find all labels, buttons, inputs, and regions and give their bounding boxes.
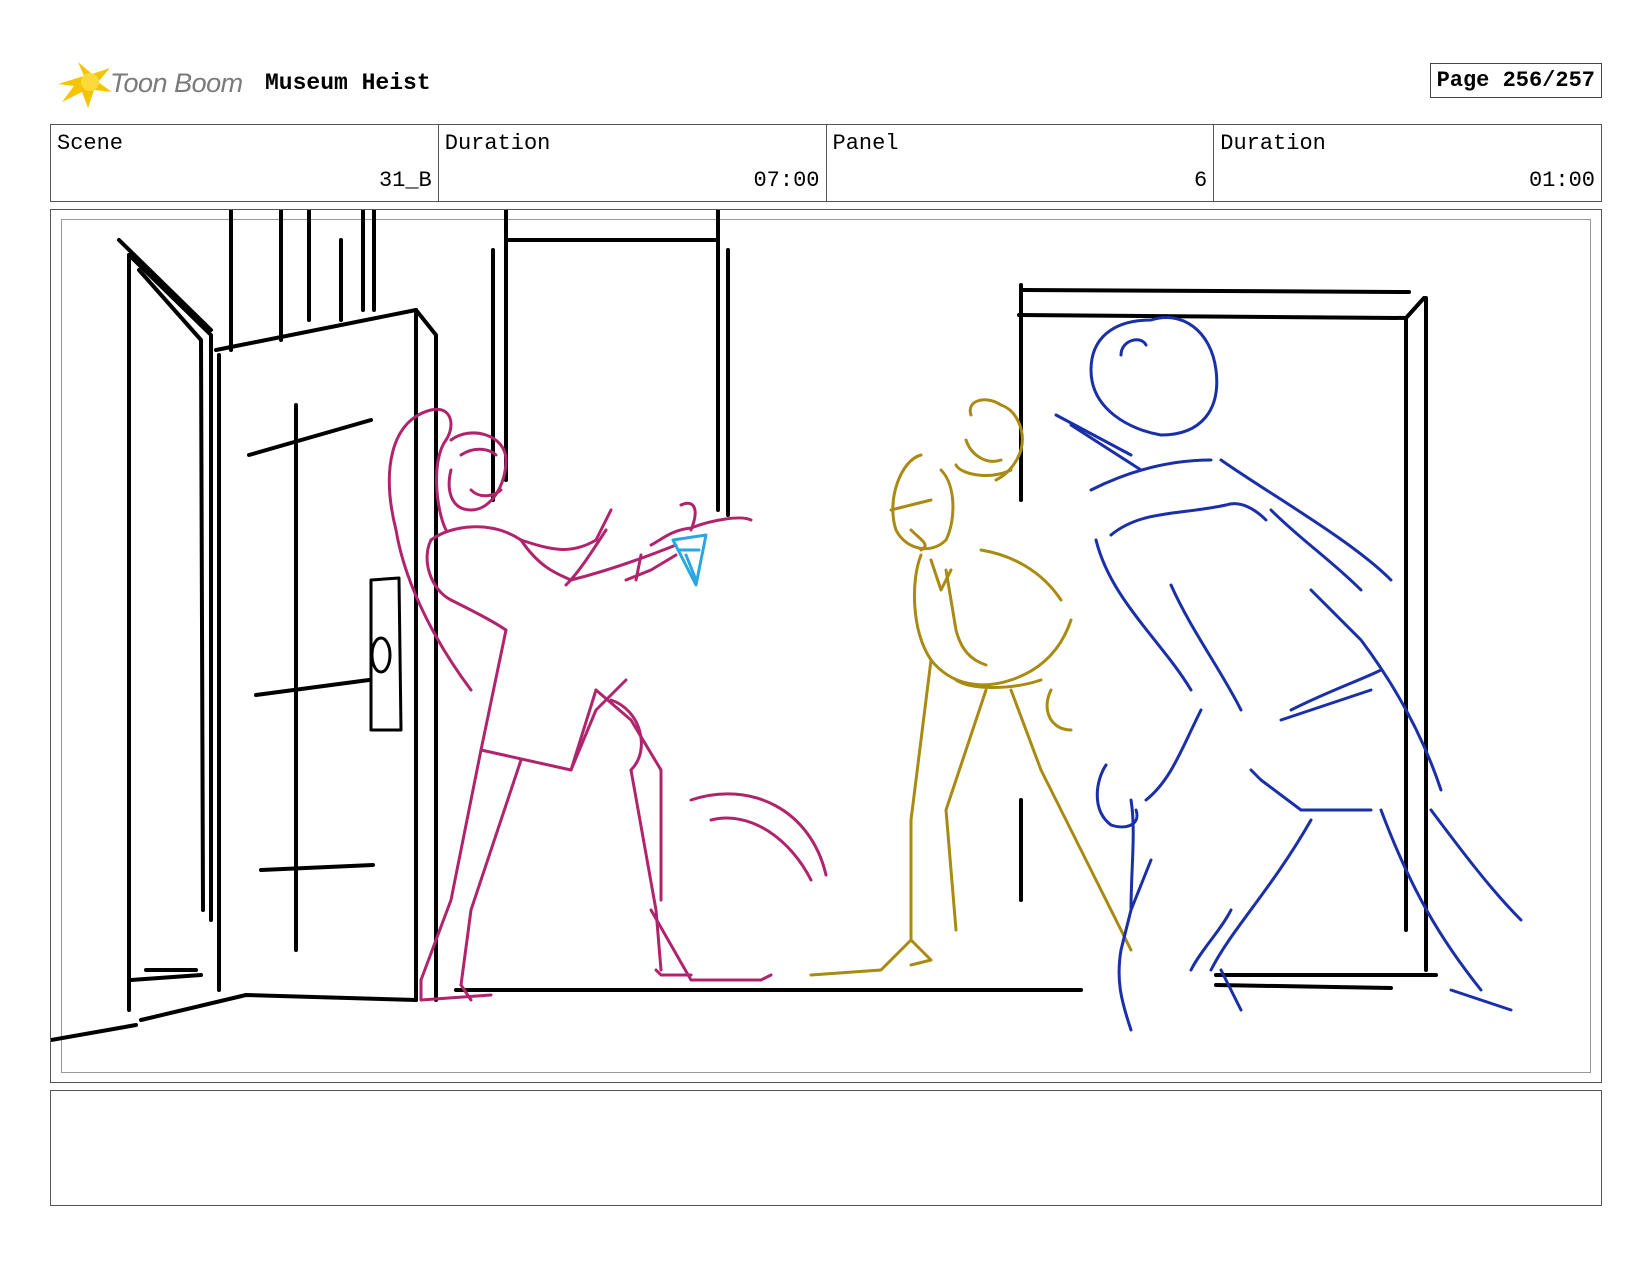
scene-cell: Scene 31_B [51, 125, 439, 201]
storyboard-sketch [51, 210, 1523, 1042]
scene-duration-cell: Duration 07:00 [439, 125, 827, 201]
scene-duration-value: 07:00 [753, 168, 820, 193]
scene-info-table: Scene 31_B Duration 07:00 Panel 6 Durati… [50, 124, 1602, 202]
scene-label: Scene [57, 131, 124, 156]
storyboard-panel [50, 209, 1602, 1083]
panel-duration-value: 01:00 [1528, 168, 1595, 193]
panel-value: 6 [1194, 168, 1208, 193]
project-title: Museum Heist [265, 70, 431, 96]
logo-wordmark: Toon Boom [110, 68, 243, 98]
panel-notes-box [50, 1090, 1602, 1206]
toon-boom-starburst-icon [58, 62, 112, 108]
panel-label: Panel [832, 131, 899, 156]
panel-duration-label: Duration [1220, 131, 1326, 156]
page-number: Page 256/257 [1429, 63, 1602, 98]
guard-character-sketch [809, 398, 1133, 977]
gem-sketch [671, 533, 708, 587]
toon-boom-logo: Toon Boom [54, 58, 264, 110]
scene-value: 31_B [378, 168, 432, 193]
panel-cell: Panel 6 [827, 125, 1215, 201]
visitor-character-sketch [1054, 315, 1523, 1032]
panel-duration-cell: Duration 01:00 [1214, 125, 1601, 201]
page-header: Toon Boom Museum Heist Page 256/257 [50, 55, 1602, 113]
scene-duration-label: Duration [444, 131, 551, 156]
thief-character-sketch [387, 407, 828, 1002]
